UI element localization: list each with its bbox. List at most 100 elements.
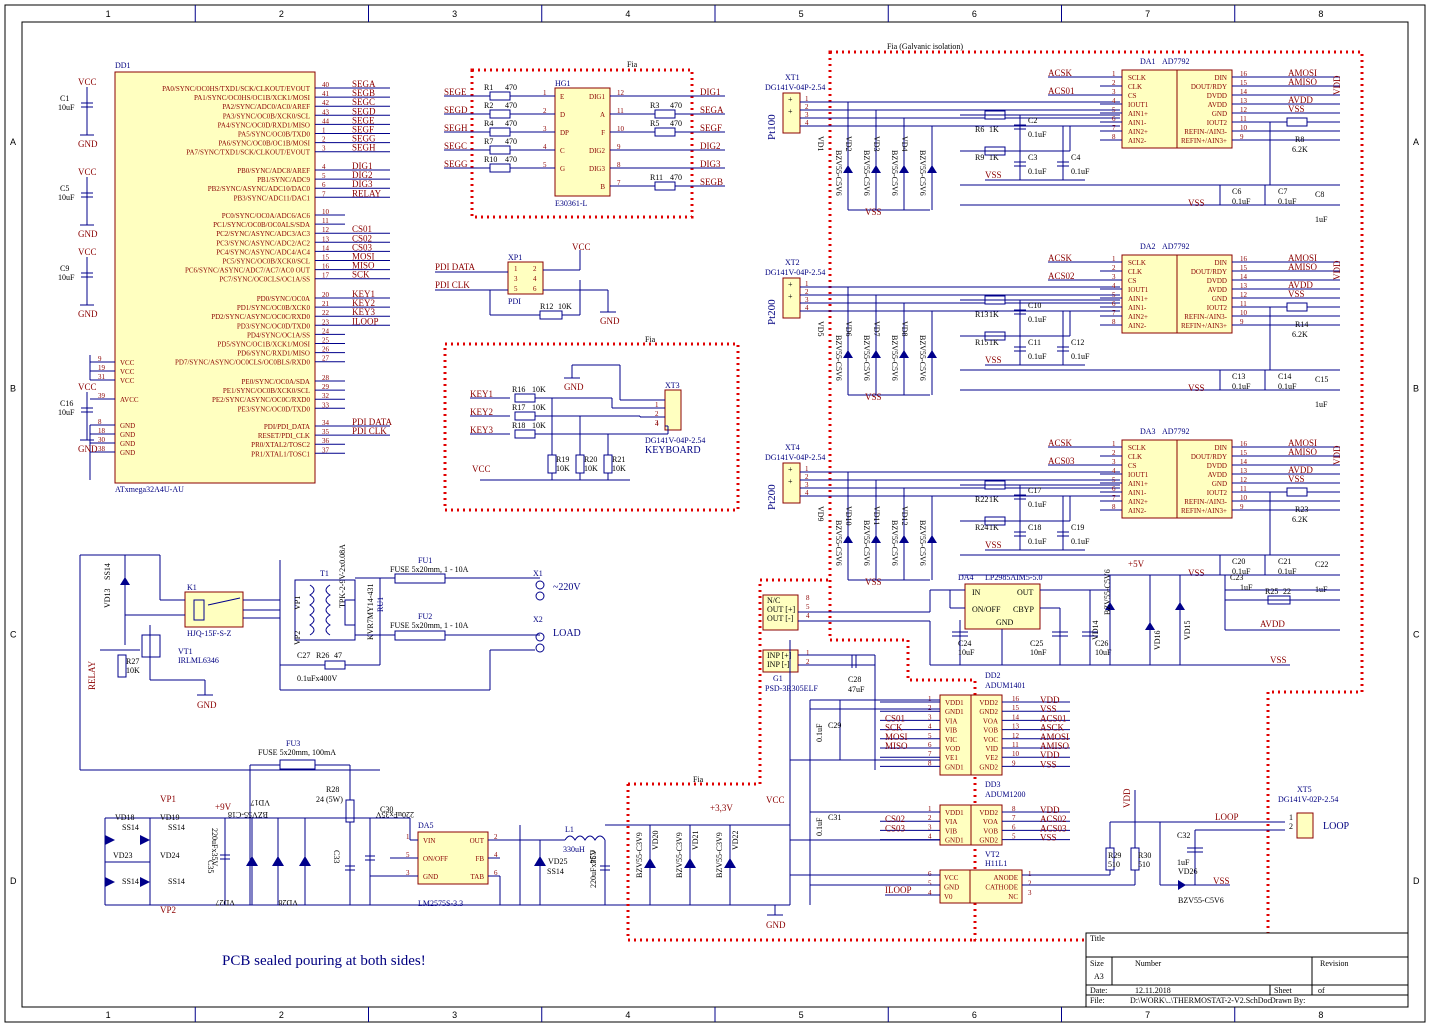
- zener-part-top: BZV55-C18: [228, 810, 268, 819]
- adc-pin-name: AVDD: [1208, 101, 1227, 109]
- mcu-pin-name: PD7/SYNC/ASYNC/OC0CLS/OC0BLS/RXD0: [175, 359, 310, 367]
- adum1200-pin-name: VOA: [983, 818, 998, 826]
- loop-connector[interactable]: [1296, 812, 1314, 839]
- mcu-power-pin-number: 19: [98, 364, 106, 372]
- display-res-ref: R1: [484, 83, 493, 92]
- adc-pin-name: CS: [1128, 92, 1137, 100]
- opto-r30-val: 510: [1138, 860, 1150, 869]
- adc-pin-name: IOUT2: [1207, 119, 1228, 127]
- display-pin-name: D: [560, 111, 565, 119]
- mcu-pin-name: PB3/SYNC/ADC11/DAC1: [234, 194, 311, 202]
- adc-pin-name: DVDD: [1207, 92, 1227, 100]
- relay-part: HJQ-15F-S-Z: [187, 629, 232, 638]
- display-res-ref: R4: [484, 119, 493, 128]
- adc-pin-num: 8: [1112, 133, 1116, 141]
- adc-pin-name: IOUT2: [1207, 304, 1228, 312]
- grid-col-bottom: 6: [972, 1010, 977, 1020]
- display-res-ref: R5: [650, 119, 659, 128]
- mcu-power-pin-name: VCC: [120, 368, 135, 376]
- channel-cap-ref: C19: [1071, 523, 1084, 532]
- channel-cap-val: 0.1uF: [1071, 352, 1090, 361]
- adc-pin-name: DOUT/RDY: [1191, 453, 1227, 461]
- adc-pin-num: 13: [1240, 467, 1248, 475]
- keyboard-pull-val: 10K: [584, 464, 598, 473]
- opto-c32: C32: [1177, 831, 1190, 840]
- tvs-diode: [871, 350, 881, 358]
- isolated-psu-part: PSD-3R305ELF: [765, 684, 818, 693]
- mcu-pin-name: PB2/SYNC/ASYNC/ADC10/DAC0: [208, 185, 311, 193]
- channel-sensor: Pt200: [766, 484, 778, 510]
- c33-ref: C33: [332, 850, 341, 863]
- pdi-res: R12: [540, 302, 553, 311]
- channel-sensor: Pt200: [766, 299, 778, 325]
- cap-vcc: VCC: [78, 247, 97, 257]
- keyboard-vcc: VCC: [472, 464, 491, 474]
- mcu-pin-name: PR1/XTAL1/TOSC1: [251, 450, 310, 458]
- svg-text:1: 1: [1289, 813, 1293, 822]
- out-diode-ref: VD22: [731, 830, 740, 850]
- opto-vdd: VDD: [1122, 788, 1132, 808]
- bridge-part: SS14: [168, 877, 185, 886]
- pdi-pin: 1: [514, 265, 518, 273]
- cap-ref: C9: [60, 264, 69, 273]
- mcu-pin-number: 41: [322, 90, 330, 98]
- adum1200-pin-name: GND2: [979, 837, 998, 845]
- reg-ref: DA5: [418, 821, 434, 830]
- grid-row-right: A: [1413, 137, 1419, 147]
- tvs-diode: [871, 535, 881, 543]
- adc-pin-name: GND: [1212, 295, 1227, 303]
- adum1200-pin-num: 2: [928, 814, 932, 822]
- adum1401-pin-name: VOD: [945, 745, 960, 753]
- mcu-pin-name: PDI/PDI_DATA: [264, 423, 310, 431]
- psu-pin-num: 8: [806, 594, 810, 602]
- adc-pin-name: AIN2+: [1128, 128, 1148, 136]
- channel-cap-val: 0.1uF: [1028, 352, 1047, 361]
- grid-col-top: 1: [106, 9, 111, 19]
- opto-r30: R30: [1138, 851, 1151, 860]
- channel-res-b-val: 1K: [989, 338, 999, 347]
- adum1401-pin-name: VIB: [945, 727, 957, 735]
- grid-col-top: 8: [1318, 9, 1323, 19]
- adum1401-pin-name: GND1: [945, 763, 964, 771]
- display-pin-num: 2: [543, 107, 547, 115]
- pdi-pin: 2: [533, 265, 537, 273]
- channel-res-b: R24: [975, 523, 988, 532]
- mcu-pin-number: 25: [322, 337, 330, 345]
- adc-pin-name: GND: [1212, 480, 1227, 488]
- mcu-pin-number: 3: [322, 145, 326, 153]
- ldo-ref: DA4: [958, 573, 974, 582]
- relay-r27: R27: [126, 657, 139, 666]
- mcu-pin-name: PA2/SYNC/ADC0/AC0/AREF: [222, 103, 310, 111]
- mcu-pin-name: PB0/SYNC/ADC8/AREF: [237, 167, 310, 175]
- psu-pin-num: 4: [806, 612, 810, 620]
- opto-d26-part: BZV55-C5V6: [1178, 896, 1224, 905]
- reg-pin-num: 1: [406, 833, 410, 841]
- relay-diode-part: SS14: [103, 563, 112, 580]
- adc-pin-num: 16: [1240, 440, 1248, 448]
- keyboard-name: KEYBOARD: [645, 445, 701, 456]
- adc-pin-name: CS: [1128, 462, 1137, 470]
- display-pin-num: 7: [617, 179, 621, 187]
- display-pin-num: 5: [543, 161, 547, 169]
- pdi-data-net: PDI DATA: [435, 262, 476, 272]
- opto-loop-net: LOOP: [1215, 812, 1239, 822]
- opto-pin-name: CATHODE: [985, 884, 1018, 892]
- channel-diode-ref: VD9: [816, 506, 825, 522]
- transformer-part: TPK-2-9V-2x0.08A: [338, 544, 347, 608]
- mcu-pin-number: 11: [322, 217, 329, 225]
- keyboard-connector[interactable]: [664, 389, 682, 431]
- adc-pin-name: IOUT1: [1128, 286, 1149, 294]
- opto-pin-name: NC: [1008, 893, 1018, 901]
- psu-pin-name: INP [+]: [767, 651, 792, 660]
- display-chip[interactable]: [554, 87, 611, 197]
- output-stage-block: Fia +3,3V VCC VD20 BZV55-C3V9 VD21 BZV55-C3…: [626, 578, 975, 942]
- opto-pin-num: 1: [1028, 870, 1032, 878]
- mcu-pin-name: PE3/SYNC/OC0D/TXD0: [238, 405, 311, 413]
- pdi-clk-net: PDI CLK: [435, 280, 470, 290]
- mcu-pin-name: PD5/SYNC/OC1B/XCK1/MOSI: [217, 341, 310, 349]
- adc-pin-num: 13: [1240, 282, 1248, 290]
- x2-ref: X2: [533, 615, 543, 624]
- display-part: E30361-L: [555, 199, 588, 208]
- channel-cap-ref: C3: [1028, 153, 1037, 162]
- adc-pin-num: 6: [1112, 300, 1116, 308]
